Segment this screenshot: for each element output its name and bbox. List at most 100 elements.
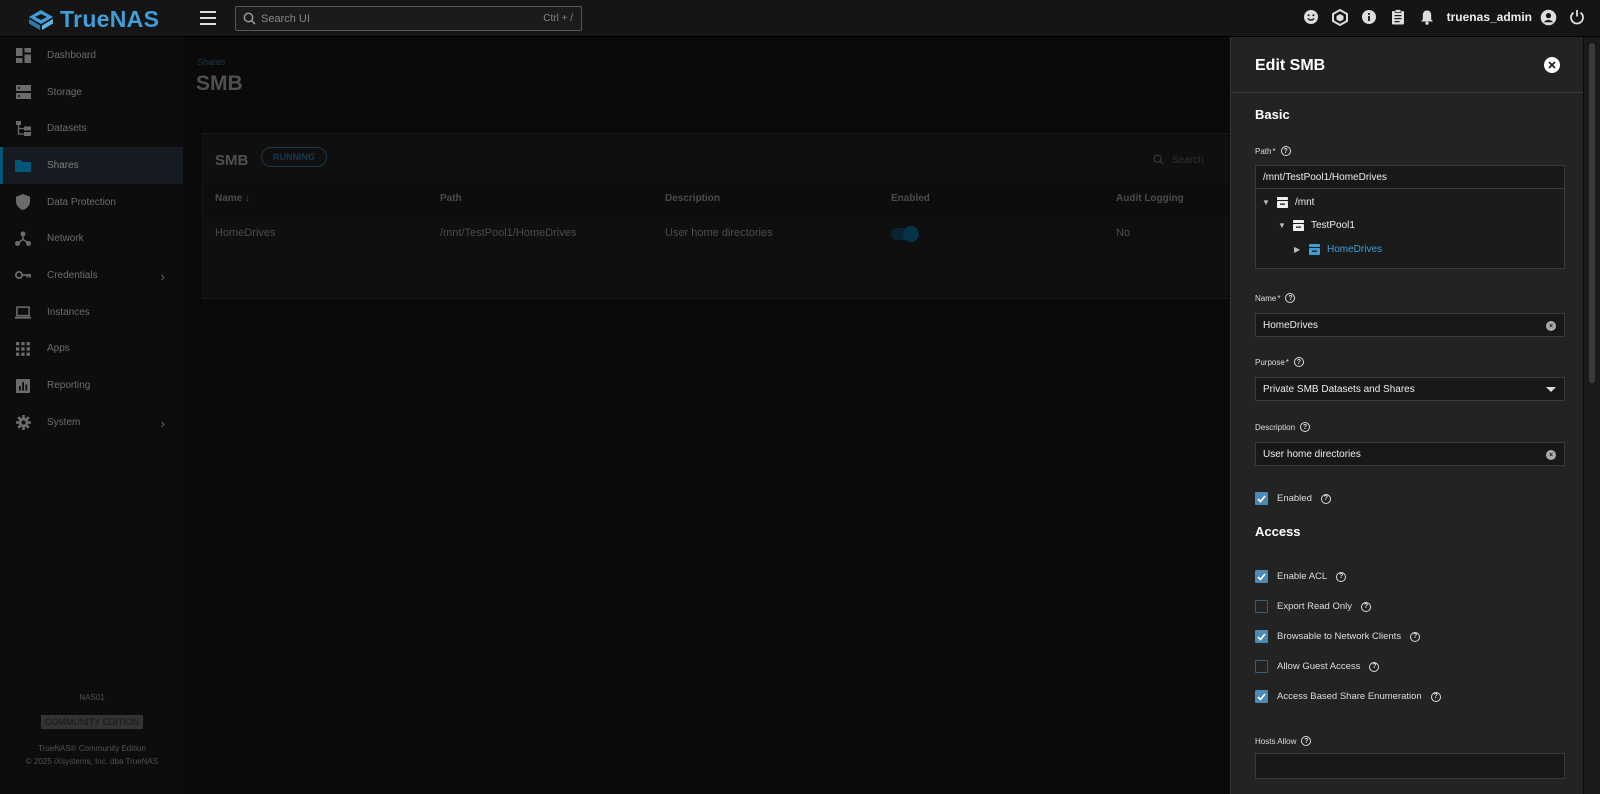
dataset-icon — [1293, 220, 1304, 231]
access-option-enable-acl[interactable]: Enable ACL? — [1255, 570, 1347, 583]
help-icon[interactable]: ? — [1430, 691, 1441, 702]
feedback-smiley-icon[interactable] — [1302, 8, 1320, 26]
purpose-select[interactable]: Private SMB Datasets and Shares — [1255, 377, 1565, 401]
sidebar-item-system[interactable]: System › — [0, 404, 183, 441]
column-header[interactable]: Audit Logging — [1116, 193, 1184, 204]
checkbox[interactable] — [1255, 630, 1268, 643]
expand-arrow-icon[interactable]: ▶ — [1294, 245, 1302, 254]
path-input[interactable]: /mnt/TestPool1/HomeDrives — [1255, 165, 1565, 189]
column-header[interactable]: Description — [665, 193, 720, 204]
hosts-allow-label: Hosts Allow? — [1255, 736, 1312, 746]
description-input[interactable]: User home directories × — [1255, 442, 1565, 466]
table-row[interactable]: HomeDrives /mnt/TestPool1/HomeDrives Use… — [203, 216, 1241, 252]
card-search-placeholder: Search — [1172, 155, 1204, 166]
status-badge[interactable]: RUNNING — [261, 147, 327, 167]
collapse-arrow-icon[interactable]: ▼ — [1278, 221, 1286, 230]
main-content: Shares SMB SMB RUNNING Search Name ↓ Pat… — [184, 37, 1242, 794]
truenas-logo[interactable]: TrueNAS — [28, 6, 159, 33]
dashboard-icon — [15, 47, 31, 63]
jobs-clipboard-icon[interactable] — [1389, 8, 1407, 26]
sidebar-item-credentials[interactable]: Credentials › — [0, 257, 183, 294]
username[interactable]: truenas_admin — [1447, 10, 1532, 24]
clear-icon[interactable]: × — [1546, 321, 1556, 331]
help-icon[interactable]: ? — [1336, 571, 1347, 582]
page-title: SMB — [196, 72, 243, 95]
description-label: Description? — [1255, 422, 1311, 432]
name-input[interactable]: HomeDrives × — [1255, 313, 1565, 337]
edition-badge-wrap: COMMUNITY EDITION — [0, 715, 184, 729]
name-label: Name *? — [1255, 293, 1296, 303]
panel-scrollbar[interactable] — [1584, 37, 1600, 794]
card-search-input[interactable]: Search — [1153, 154, 1204, 166]
sidebar-item-label: Credentials — [47, 269, 98, 281]
hosts-allow-input[interactable] — [1255, 753, 1565, 779]
sidebar-item-dashboard[interactable]: Dashboard — [0, 37, 183, 74]
help-icon[interactable]: ? — [1293, 357, 1304, 367]
sidebar-item-network[interactable]: Network — [0, 220, 183, 257]
clear-icon[interactable]: × — [1546, 450, 1556, 460]
help-icon[interactable]: ? — [1285, 293, 1296, 303]
copyright[interactable]: © 2025 iXsystems, Inc. dba TrueNAS — [0, 757, 184, 766]
search-input[interactable]: Search UI Ctrl + / — [235, 6, 582, 31]
tree-node-homedrives[interactable]: ▶ HomeDrives — [1294, 243, 1382, 256]
help-icon[interactable]: ? — [1360, 601, 1371, 612]
truecommand-icon[interactable] — [1331, 8, 1349, 26]
sidebar-item-apps[interactable]: Apps — [0, 331, 183, 368]
access-option-browsable-to-network-clients[interactable]: Browsable to Network Clients? — [1255, 630, 1421, 643]
access-option-export-read-only[interactable]: Export Read Only? — [1255, 600, 1371, 613]
column-header[interactable]: Path — [440, 193, 462, 204]
menu-toggle-icon[interactable] — [200, 11, 216, 25]
breadcrumb[interactable]: Shares — [197, 57, 226, 67]
checkbox-label: Allow Guest Access — [1277, 661, 1361, 672]
dataset-icon — [1277, 197, 1288, 208]
power-icon[interactable] — [1568, 8, 1586, 26]
info-icon[interactable] — [1360, 8, 1378, 26]
section-access: Access — [1255, 524, 1301, 539]
access-option-allow-guest-access[interactable]: Allow Guest Access? — [1255, 660, 1380, 673]
enabled-checkbox[interactable] — [1255, 492, 1268, 505]
collapse-arrow-icon[interactable]: ▼ — [1262, 198, 1270, 207]
tree-node-mnt[interactable]: ▼ /mnt — [1262, 196, 1314, 209]
enabled-checkbox-row[interactable]: Enabled ? — [1255, 492, 1331, 505]
checkbox[interactable] — [1255, 660, 1268, 673]
sidebar-nav: Dashboard Storage Datasets Shares Data Prote… — [0, 37, 183, 441]
column-header[interactable]: Name ↓ — [215, 193, 250, 204]
panel-title: Edit SMB — [1255, 57, 1326, 74]
sidebar: Dashboard Storage Datasets Shares Data Prote… — [0, 37, 184, 794]
checkbox-label: Access Based Share Enumeration — [1277, 691, 1422, 702]
checkbox[interactable] — [1255, 600, 1268, 613]
help-icon[interactable]: ? — [1369, 661, 1380, 672]
edition-text: TrueNAS® Community Edition — [38, 744, 146, 753]
notifications-bell-icon[interactable] — [1418, 8, 1436, 26]
sidebar-item-reporting[interactable]: Reporting — [0, 367, 183, 404]
key-icon — [15, 267, 31, 283]
sidebar-item-instances[interactable]: Instances — [0, 294, 183, 331]
help-icon[interactable]: ? — [1320, 493, 1331, 504]
help-icon[interactable]: ? — [1280, 146, 1291, 156]
access-option-access-based-share-enumeration[interactable]: Access Based Share Enumeration? — [1255, 690, 1441, 703]
cell-description: User home directories — [665, 227, 773, 239]
sidebar-item-shares[interactable]: Shares — [0, 147, 183, 184]
help-icon[interactable]: ? — [1300, 422, 1311, 432]
column-header[interactable]: Enabled — [891, 193, 930, 204]
account-circle-icon[interactable] — [1539, 8, 1557, 26]
sidebar-item-datasets[interactable]: Datasets — [0, 110, 183, 147]
panel-header: Edit SMB — [1231, 37, 1583, 93]
checkbox[interactable] — [1255, 690, 1268, 703]
chevron-right-icon[interactable]: › — [161, 416, 165, 431]
dropdown-arrow-icon[interactable] — [1546, 387, 1556, 392]
chevron-right-icon[interactable]: › — [161, 269, 165, 284]
enabled-toggle[interactable] — [891, 226, 919, 242]
help-icon[interactable]: ? — [1301, 736, 1312, 746]
laptop-icon — [15, 304, 31, 320]
tree-node-testpool1[interactable]: ▼ TestPool1 — [1278, 219, 1355, 232]
gear-icon — [15, 414, 31, 430]
scrollbar-thumb[interactable] — [1589, 43, 1595, 383]
truenas-logo-icon — [29, 9, 53, 30]
sidebar-item-storage[interactable]: Storage — [0, 74, 183, 111]
help-icon[interactable]: ? — [1410, 631, 1421, 642]
close-icon[interactable] — [1544, 57, 1560, 73]
checkbox[interactable] — [1255, 570, 1268, 583]
sidebar-item-data-protection[interactable]: Data Protection — [0, 184, 183, 221]
cell-path: /mnt/TestPool1/HomeDrives — [440, 227, 577, 239]
